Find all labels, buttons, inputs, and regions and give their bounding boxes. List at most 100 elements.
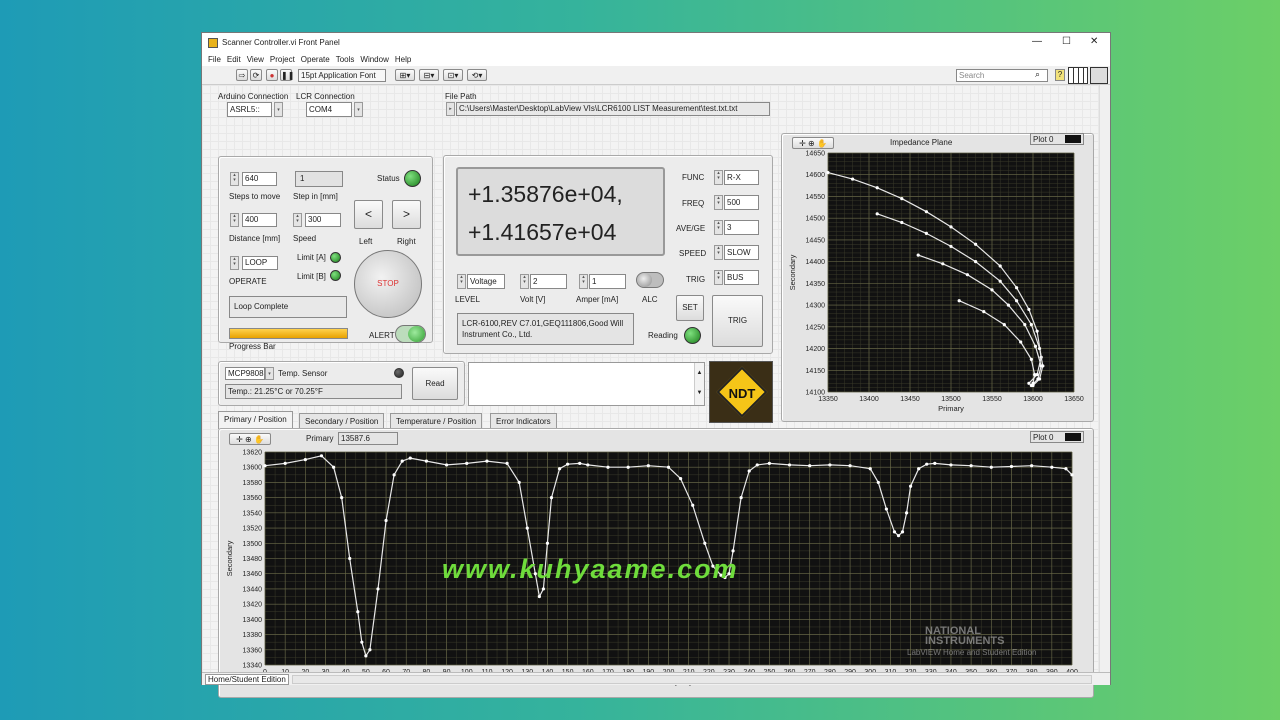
func-increment[interactable]: ▴ ▾ xyxy=(714,170,723,185)
file-path-browse[interactable]: ▸ xyxy=(446,102,455,116)
alert-toggle[interactable] xyxy=(395,325,426,343)
arduino-connection-label: Arduino Connection xyxy=(218,92,289,101)
data-point xyxy=(876,480,880,485)
resize-objects-icon[interactable]: ⊡▾ xyxy=(443,69,463,81)
data-point xyxy=(1029,357,1033,362)
data-point xyxy=(541,587,546,591)
distribute-objects-icon[interactable]: ⊟▾ xyxy=(419,69,439,81)
log-scrollbar[interactable]: ▲ ▼ xyxy=(694,363,704,405)
y-tick-label: 14500 xyxy=(806,216,826,223)
menu-view[interactable]: View xyxy=(247,55,264,64)
freq-increment[interactable]: ▴ ▾ xyxy=(714,195,723,210)
data-point xyxy=(1015,286,1019,290)
func-select[interactable]: R-X xyxy=(724,170,759,185)
data-point xyxy=(549,496,554,500)
speed-increment[interactable]: ▴ ▾ xyxy=(293,213,302,227)
amper-input[interactable]: 1 xyxy=(589,274,626,289)
y-tick-label: 13500 xyxy=(243,541,263,548)
run-arrow-icon[interactable]: ⇨ xyxy=(236,69,248,81)
operate-label: OPERATE xyxy=(229,277,267,286)
log-textbox[interactable] xyxy=(468,362,705,406)
trig-mode-increment[interactable]: ▴ ▾ xyxy=(714,270,723,285)
steps-to-move-input[interactable]: 640 xyxy=(242,172,277,186)
font-select[interactable]: 15pt Application Font xyxy=(298,69,386,82)
stop-button[interactable]: STOP xyxy=(354,250,422,318)
reorder-icon[interactable]: ⟲▾ xyxy=(467,69,487,81)
menu-file[interactable]: File xyxy=(208,55,221,64)
data-point xyxy=(941,262,945,266)
help-icon[interactable]: ? xyxy=(1055,69,1065,81)
trig-button[interactable]: TRIG xyxy=(712,295,763,347)
align-objects-icon[interactable]: ⊞▾ xyxy=(395,69,415,81)
tab-primary-position[interactable]: Primary / Position xyxy=(218,411,293,429)
average-increment[interactable]: ▴ ▾ xyxy=(714,220,723,235)
speed-input[interactable]: 300 xyxy=(305,213,341,227)
volt-input[interactable]: 2 xyxy=(530,274,567,289)
arduino-browse-arrow[interactable]: ▾ xyxy=(274,102,283,117)
menu-operate[interactable]: Operate xyxy=(301,55,330,64)
data-point xyxy=(331,465,336,469)
maximize-button[interactable]: ☐ xyxy=(1062,36,1071,47)
read-button[interactable]: Read xyxy=(412,367,458,400)
tab-error-indicators[interactable]: Error Indicators xyxy=(490,413,557,429)
panel-vertical-scrollbar[interactable] xyxy=(1099,85,1107,672)
menu-edit[interactable]: Edit xyxy=(227,55,241,64)
x-tick-label: 13500 xyxy=(941,396,961,403)
abort-icon[interactable]: ● xyxy=(266,69,278,81)
data-point xyxy=(368,648,372,652)
alc-toggle[interactable] xyxy=(636,272,664,288)
data-point xyxy=(703,541,707,545)
volt-increment[interactable]: ▴ ▾ xyxy=(520,274,529,289)
lcr-browse-arrow[interactable]: ▾ xyxy=(354,102,363,117)
run-continuous-icon[interactable]: ⟳ xyxy=(250,69,262,81)
set-button[interactable]: SET xyxy=(676,295,704,321)
y-tick-label: 13480 xyxy=(243,556,263,563)
search-icon[interactable]: ⌕ xyxy=(1035,69,1040,80)
lcr-speed-select[interactable]: SLOW xyxy=(724,245,759,260)
data-point xyxy=(1036,377,1040,381)
close-button[interactable]: ✕ xyxy=(1090,36,1098,47)
level-increment[interactable]: ▴ ▾ xyxy=(457,274,466,289)
data-point xyxy=(998,264,1002,268)
data-point xyxy=(892,530,897,534)
steps-increment[interactable]: ▴ ▾ xyxy=(230,172,239,186)
file-path-input[interactable]: C:\Users\Master\Desktop\LabView VIs\LCR6… xyxy=(456,102,770,116)
tab-secondary-position[interactable]: Secondary / Position xyxy=(299,413,385,429)
tab-temperature-position[interactable]: Temperature / Position xyxy=(390,413,483,429)
average-select[interactable]: 3 xyxy=(724,220,759,235)
horizontal-scrollbar[interactable] xyxy=(292,675,1092,684)
arduino-connection-select[interactable]: ASRL5:: xyxy=(227,102,272,117)
bottom-legend-swatch xyxy=(1065,433,1081,441)
data-point xyxy=(356,610,360,614)
sensor-select[interactable]: MCP9808 xyxy=(225,367,265,380)
y-tick-label: 14400 xyxy=(806,259,826,266)
distance-increment[interactable]: ▴ ▾ xyxy=(230,213,239,227)
menu-window[interactable]: Window xyxy=(360,55,388,64)
x-tick-label: 13600 xyxy=(1023,396,1043,403)
lcr-speed-increment[interactable]: ▴ ▾ xyxy=(714,245,723,260)
reading-led xyxy=(684,327,701,344)
pause-icon[interactable]: ❚❚ xyxy=(280,69,294,81)
move-left-button[interactable]: < xyxy=(354,200,383,229)
minimize-button[interactable]: — xyxy=(1032,36,1042,47)
data-point xyxy=(1031,381,1035,385)
amper-increment[interactable]: ▴ ▾ xyxy=(579,274,588,289)
bottom-graph-palette[interactable]: ✛ ⊕ ✋ xyxy=(229,433,271,445)
menu-project[interactable]: Project xyxy=(270,55,295,64)
data-point xyxy=(646,464,650,468)
menu-tools[interactable]: Tools xyxy=(336,55,355,64)
level-select[interactable]: Voltage xyxy=(467,274,505,289)
operate-select[interactable]: LOOP xyxy=(242,256,278,270)
operate-increment[interactable]: ▴ ▾ xyxy=(230,256,239,270)
data-point xyxy=(1002,323,1006,327)
sensor-select-arrow[interactable]: ▾ xyxy=(265,367,274,380)
lcr-connection-select[interactable]: COM4 xyxy=(306,102,352,117)
distance-input[interactable]: 400 xyxy=(242,213,277,227)
menu-help[interactable]: Help xyxy=(395,55,411,64)
left-label: Left xyxy=(359,237,373,246)
trig-mode-select[interactable]: BUS xyxy=(724,270,759,285)
ni-watermark: NATIONAL INSTRUMENTS LabVIEW Home and St… xyxy=(907,626,1036,658)
bottom-legend-label: Plot 0 xyxy=(1033,433,1054,442)
move-right-button[interactable]: > xyxy=(392,200,421,229)
freq-select[interactable]: 500 xyxy=(724,195,759,210)
